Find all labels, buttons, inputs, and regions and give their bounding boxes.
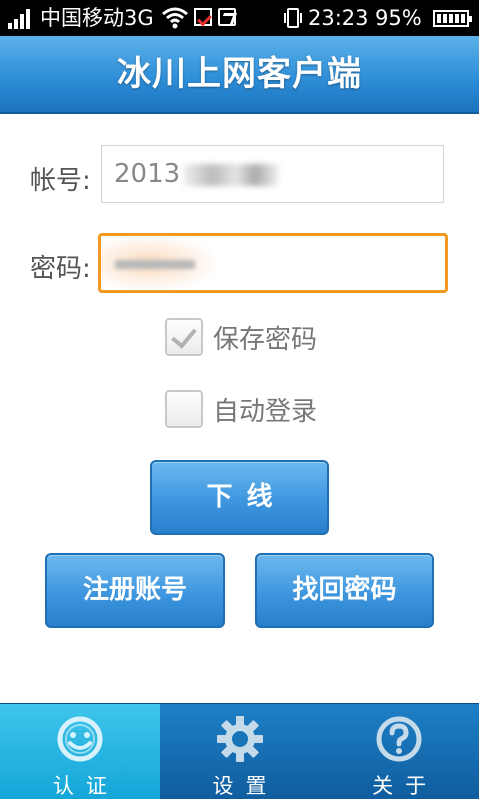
register-button[interactable]: 注册账号 [45,553,225,628]
username-value: 2013 [114,159,181,189]
tab-about[interactable]: 关于 [319,704,479,799]
smiley-icon [57,716,103,762]
tab-auth[interactable]: 认证 [0,704,160,799]
status-bar: 中国移动3G 23:23 95% [0,0,479,36]
clock: 23:23 [308,6,369,30]
tab-auth-label: 认证 [52,774,119,798]
tab-settings[interactable]: 设置 [160,704,320,799]
carrier-label: 中国移动3G [40,6,154,30]
password-field[interactable] [98,233,448,293]
page-title: 冰川上网客户端 [117,54,362,94]
auto-login-checkbox[interactable] [165,390,203,428]
tab-bar: 认证 设置 关于 [0,703,479,799]
username-label: 帐号: [30,166,91,196]
save-password-row[interactable]: 保存密码 [165,318,317,356]
signal-icon [8,9,36,29]
auto-login-row[interactable]: 自动登录 [165,390,317,428]
username-field[interactable]: 2013 [101,145,444,203]
tab-about-label: 关于 [372,774,439,798]
battery-icon [433,10,472,27]
save-password-checkbox[interactable] [165,318,203,356]
redacted-username [184,163,280,186]
password-label: 密码: [30,254,91,284]
auto-login-label: 自动登录 [213,396,318,427]
download-notification-icon [194,8,212,26]
vibrate-icon [284,8,302,28]
gear-icon [216,716,263,762]
image-notification-icon [218,8,236,26]
tab-settings-label: 设置 [212,774,279,798]
save-password-label: 保存密码 [213,324,318,355]
battery-percent: 95% [375,6,422,30]
title-bar: 冰川上网客户端 [0,36,479,114]
password-dots [115,260,195,269]
wifi-icon [162,7,188,29]
question-icon [376,716,422,762]
recover-password-button[interactable]: 找回密码 [255,553,434,628]
logout-button[interactable]: 下线 [150,460,329,535]
